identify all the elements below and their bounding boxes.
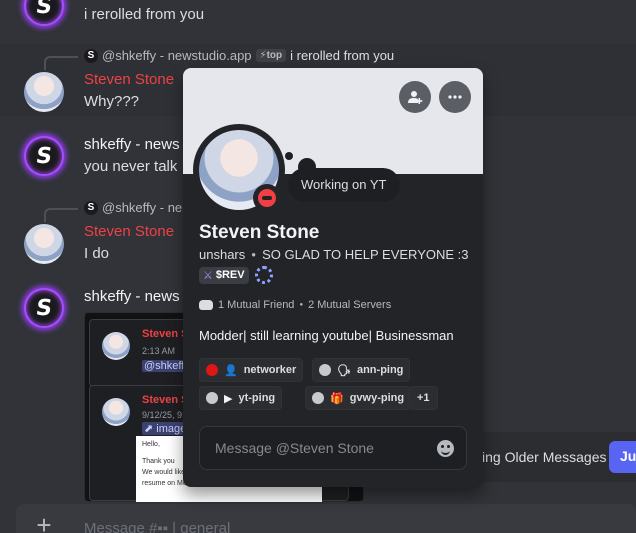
message-author[interactable]: shkeffy - news <box>84 288 180 305</box>
thought-bubble-dot <box>285 152 293 160</box>
more-dots-icon <box>448 95 462 99</box>
message-author[interactable]: Steven Stone <box>84 71 174 88</box>
profile-display-name: Steven Stone <box>199 222 320 243</box>
more-roles-button[interactable]: +1 <box>409 386 438 410</box>
role-chip[interactable]: ▶ yt-ping <box>199 386 283 410</box>
message-composer[interactable]: + Message #▪▪ | general <box>16 504 636 533</box>
person-icon: 👤 <box>224 364 238 377</box>
role-color-dot <box>319 364 331 376</box>
user-avatar-shkeffy[interactable]: S <box>24 288 64 328</box>
profile-message-placeholder: Message @Steven Stone <box>215 440 374 456</box>
embed-avatar <box>102 332 130 360</box>
user-avatar-steven[interactable] <box>24 72 64 112</box>
reply-spine <box>44 56 78 70</box>
role-chip[interactable]: 🎁 gvwy-ping <box>305 386 412 410</box>
youtube-icon: ▶ <box>224 392 233 405</box>
profile-pronouns: SO GLAD TO HELP EVERYONE :3 <box>262 247 469 262</box>
gift-icon: 🎁 <box>330 392 344 405</box>
older-messages-text: ing Older Messages <box>482 449 607 465</box>
user-avatar-shkeffy[interactable]: S <box>24 0 64 26</box>
profile-username-row: unshars ● SO GLAD TO HELP EVERYONE :3 <box>199 247 469 262</box>
mutual-servers[interactable]: 2 Mutual Servers <box>308 299 391 311</box>
more-options-button[interactable] <box>439 81 471 113</box>
reply-spine <box>44 208 78 222</box>
message-text: i rerolled from you <box>84 6 205 23</box>
profile-username[interactable]: unshars <box>199 247 245 262</box>
composer-placeholder: Message #▪▪ | general <box>84 520 231 533</box>
speaker-icon: 🗣 <box>337 364 351 377</box>
emoji-picker-icon[interactable] <box>437 440 454 457</box>
profile-message-input[interactable]: Message @Steven Stone <box>199 426 467 470</box>
add-attachment-icon[interactable]: + <box>32 512 56 533</box>
role-color-dot <box>312 392 324 404</box>
role-name: ann-ping <box>356 364 404 376</box>
profile-bio: Modder| still learning youtube| Business… <box>199 328 454 343</box>
add-friend-button[interactable] <box>399 81 431 113</box>
shkeffy-mini-avatar: S <box>84 48 98 63</box>
message-author[interactable]: Steven Stone <box>84 223 174 240</box>
clan-tag-text: $REV <box>215 269 245 281</box>
reply-author[interactable]: @shkeffy - newstudio.app <box>102 48 252 63</box>
role-chip[interactable]: 👤 networker <box>199 358 304 382</box>
embed-time: 2:13 AM <box>142 346 176 356</box>
embed-avatar <box>102 398 130 426</box>
user-avatar-shkeffy[interactable]: S <box>24 136 64 176</box>
reply-tag-badge: ⚡top <box>255 49 287 62</box>
shkeffy-mini-avatar: S <box>84 200 98 215</box>
role-name: networker <box>243 364 297 376</box>
jump-to-present-button[interactable]: Ju <box>609 441 636 473</box>
clan-tag[interactable]: ⚔ $REV <box>199 266 249 284</box>
role-name: gvwy-ping <box>349 392 405 404</box>
message-text: I do <box>84 245 110 262</box>
user-profile-popout: Working on YT Steven Stone unshars ● SO … <box>183 68 483 487</box>
user-avatar-steven[interactable] <box>24 224 64 264</box>
separator-dot: ● <box>299 302 304 308</box>
message-author[interactable]: shkeffy - news <box>84 136 180 153</box>
reply-preview[interactable]: S @shkeffy - newstudio.app ⚡top i reroll… <box>44 48 395 70</box>
mutual-friends[interactable]: 1 Mutual Friend <box>218 299 294 311</box>
role-name: yt-ping <box>238 392 276 404</box>
dnd-status-icon <box>258 189 276 207</box>
reply-preview[interactable]: S @shkeffy - ne <box>44 200 182 222</box>
role-color-dot <box>206 364 218 376</box>
mutuals-row[interactable]: 1 Mutual Friend ● 2 Mutual Servers <box>199 299 391 311</box>
separator-dot: ● <box>251 250 257 259</box>
profile-badges-row: ⚔ $REV <box>199 266 273 284</box>
custom-status-bubble[interactable]: Working on YT <box>288 168 400 202</box>
message-text: you never talk <box>84 158 178 175</box>
message-text: Why??? <box>84 93 140 110</box>
discord-icon <box>199 300 213 310</box>
add-friend-icon <box>408 91 423 104</box>
sword-icon: ⚔ <box>203 269 213 282</box>
gear-badge-icon[interactable] <box>254 266 273 284</box>
role-chip[interactable]: 🗣 ann-ping <box>312 358 411 382</box>
reply-text: i rerolled from you <box>290 48 395 63</box>
role-color-dot <box>206 392 218 404</box>
reply-author[interactable]: @shkeffy - ne <box>102 200 182 215</box>
